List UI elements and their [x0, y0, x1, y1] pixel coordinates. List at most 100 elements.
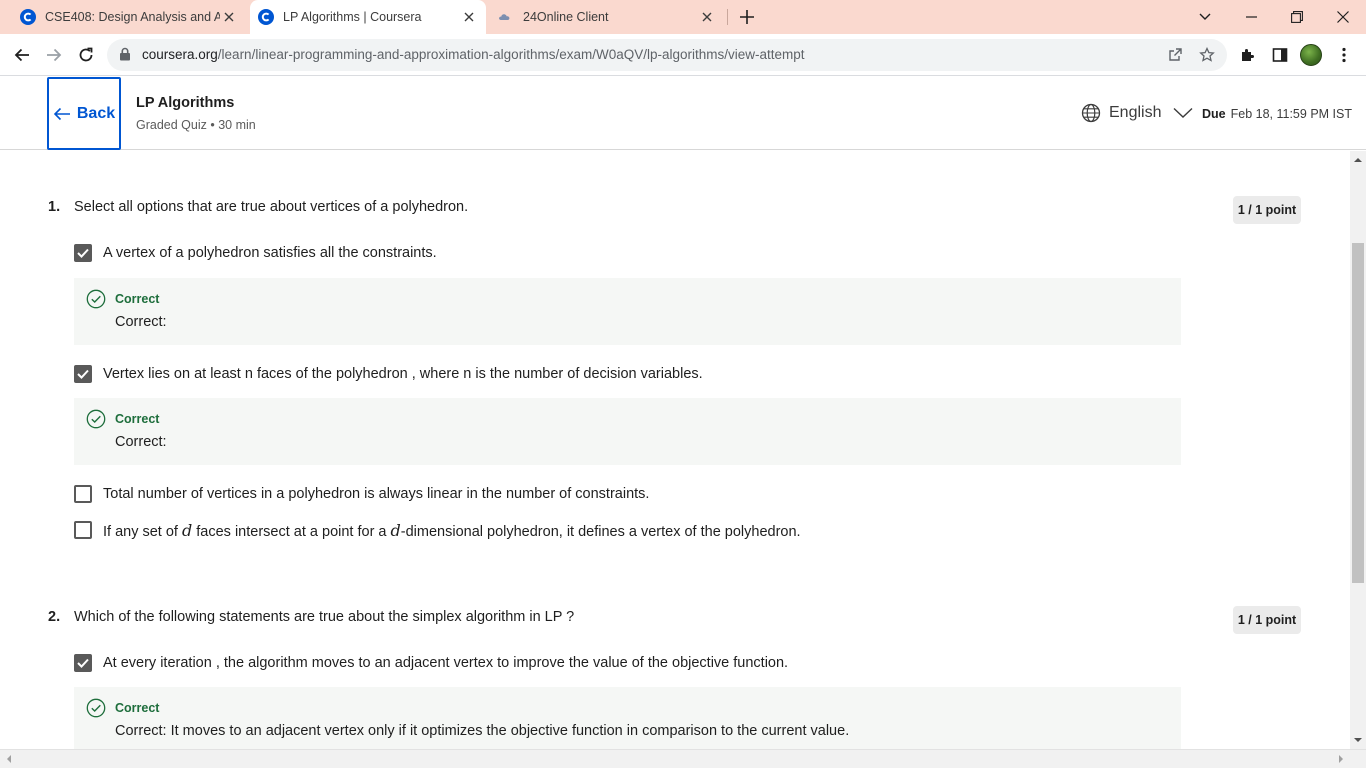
- share-icon[interactable]: [1165, 45, 1185, 65]
- tab-separator: [727, 9, 728, 25]
- address-bar[interactable]: coursera.org/learn/linear-programming-an…: [107, 39, 1227, 71]
- side-panel-icon: [1272, 48, 1288, 62]
- browser-tab-strip: CSE408: Design Analysis and Alg LP Algor…: [0, 0, 1366, 34]
- points-badge: 1 / 1 point: [1233, 196, 1301, 224]
- vertical-scrollbar[interactable]: [1350, 151, 1366, 749]
- math-variable: d: [390, 520, 401, 540]
- option-checkbox[interactable]: Total number of vertices in a polyhedron…: [74, 484, 649, 504]
- feedback-title: Correct: [115, 412, 160, 426]
- option-checkbox[interactable]: Vertex lies on at least n faces of the p…: [74, 364, 703, 384]
- restore-icon: [1291, 11, 1303, 23]
- option-label: At every iteration , the algorithm moves…: [103, 655, 789, 671]
- chevron-down-icon: [1174, 107, 1193, 118]
- side-panel-button[interactable]: [1266, 41, 1294, 69]
- due-label: Due: [1202, 107, 1226, 121]
- arrow-left-icon: [53, 107, 70, 120]
- question-text: Which of the following statements are tr…: [74, 609, 575, 625]
- tab-title: 24Online Client: [523, 10, 609, 24]
- horizontal-scrollbar[interactable]: [0, 749, 1366, 768]
- back-button[interactable]: Back: [47, 77, 121, 150]
- quiz-header: Back LP Algorithms Graded Quiz • 30 min …: [0, 77, 1366, 150]
- url-path: /learn/linear-programming-and-approximat…: [217, 47, 805, 62]
- scroll-up-icon[interactable]: [1350, 153, 1366, 167]
- feedback-title: Correct: [115, 292, 160, 306]
- tab-search-button[interactable]: [1182, 0, 1228, 34]
- language-selector[interactable]: English: [1081, 103, 1193, 123]
- tab-title: LP Algorithms | Coursera: [283, 10, 422, 24]
- browser-toolbar: coursera.org/learn/linear-programming-an…: [0, 34, 1366, 76]
- feedback-text: Correct: It moves to an adjacent vertex …: [115, 723, 850, 739]
- checkbox-checked-icon[interactable]: [74, 365, 92, 383]
- option-label: If any set of d faces intersect at a poi…: [103, 521, 801, 540]
- bookmark-star-icon[interactable]: [1197, 45, 1217, 65]
- checkbox-checked-icon[interactable]: [74, 244, 92, 262]
- globe-icon: [1081, 103, 1101, 123]
- due-value: Feb 18, 11:59 PM IST: [1230, 107, 1352, 121]
- minimize-icon: [1245, 16, 1257, 18]
- points-badge: 1 / 1 point: [1233, 606, 1301, 634]
- option-label: Total number of vertices in a polyhedron…: [103, 486, 650, 502]
- more-vert-icon: [1342, 47, 1346, 63]
- language-label: English: [1109, 104, 1162, 121]
- math-variable: d: [182, 520, 193, 540]
- tab-cse408[interactable]: CSE408: Design Analysis and Alg: [12, 0, 246, 34]
- option-checkbox[interactable]: A vertex of a polyhedron satisfies all t…: [74, 243, 437, 263]
- tab-lp-algorithms[interactable]: LP Algorithms | Coursera: [250, 0, 486, 34]
- check-circle-icon: [86, 698, 106, 723]
- feedback-box: Correct Correct:: [74, 278, 1181, 345]
- checkbox-checked-icon[interactable]: [74, 654, 92, 672]
- close-window-button[interactable]: [1320, 0, 1366, 34]
- checkbox-unchecked-icon[interactable]: [74, 521, 92, 539]
- close-tab-icon[interactable]: [460, 8, 478, 26]
- close-tab-icon[interactable]: [698, 8, 716, 26]
- arrow-right-icon: [47, 48, 62, 62]
- reload-button[interactable]: [72, 41, 100, 69]
- due-date: Due Feb 18, 11:59 PM IST: [1202, 107, 1352, 121]
- profile-avatar[interactable]: [1300, 44, 1322, 66]
- checkbox-unchecked-icon[interactable]: [74, 485, 92, 503]
- option-text-part: faces intersect at a point for a: [192, 523, 391, 540]
- page-title: LP Algorithms: [136, 95, 235, 111]
- tab-title: CSE408: Design Analysis and Alg: [45, 10, 220, 24]
- scrollbar-thumb[interactable]: [1352, 243, 1364, 583]
- new-tab-button[interactable]: [737, 7, 757, 27]
- close-tab-icon[interactable]: [220, 8, 238, 26]
- question-text: Select all options that are true about v…: [74, 199, 469, 215]
- quiz-meta: Graded Quiz • 30 min: [136, 118, 256, 132]
- option-text-part: -dimensional polyhedron, it defines a ve…: [400, 523, 801, 540]
- feedback-text: Correct:: [115, 434, 167, 450]
- reload-icon: [79, 47, 93, 62]
- check-circle-icon: [86, 289, 106, 314]
- chevron-down-icon: [1199, 13, 1211, 20]
- option-checkbox[interactable]: If any set of d faces intersect at a poi…: [74, 520, 801, 540]
- back-label: Back: [76, 104, 116, 122]
- quiz-content: 1. Select all options that are true abou…: [0, 151, 1350, 749]
- coursera-icon: [20, 9, 36, 25]
- feedback-box: Correct Correct:: [74, 398, 1181, 465]
- restore-button[interactable]: [1274, 0, 1320, 34]
- tab-24online[interactable]: 24Online Client: [490, 0, 724, 34]
- minimize-button[interactable]: [1228, 0, 1274, 34]
- browser-menu-button[interactable]: [1330, 41, 1358, 69]
- feedback-text: Correct:: [115, 314, 167, 330]
- url-host: coursera.org: [142, 47, 218, 62]
- forward-nav-button[interactable]: [40, 41, 68, 69]
- url-text: coursera.org/learn/linear-programming-an…: [142, 47, 805, 62]
- arrow-left-icon: [14, 48, 29, 62]
- coursera-icon: [258, 9, 274, 25]
- back-nav-button[interactable]: [8, 41, 36, 69]
- extensions-button[interactable]: [1234, 41, 1262, 69]
- option-checkbox[interactable]: At every iteration , the algorithm moves…: [74, 653, 788, 673]
- scroll-left-icon[interactable]: [2, 751, 16, 767]
- option-text-part: If any set of: [103, 523, 182, 540]
- scroll-right-icon[interactable]: [1334, 751, 1348, 767]
- question-number: 2.: [48, 609, 61, 625]
- scroll-down-icon[interactable]: [1350, 733, 1366, 747]
- plus-icon: [740, 10, 754, 24]
- question-number: 1.: [48, 199, 61, 215]
- option-label: A vertex of a polyhedron satisfies all t…: [103, 245, 437, 261]
- close-icon: [1337, 11, 1349, 23]
- option-label: Vertex lies on at least n faces of the p…: [103, 366, 703, 382]
- feedback-title: Correct: [115, 701, 160, 715]
- lock-icon: [119, 47, 131, 66]
